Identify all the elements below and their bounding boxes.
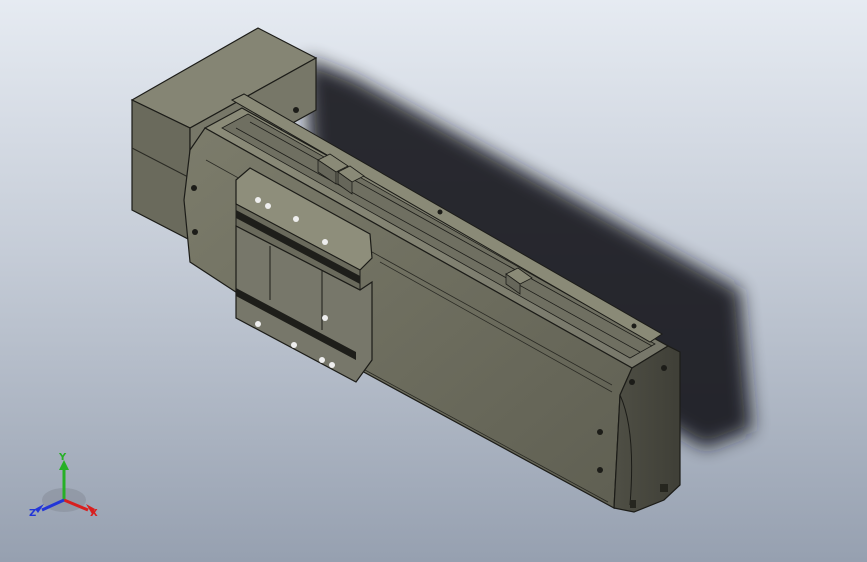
axis-triad: Y X Z [29,452,98,519]
model-view[interactable]: Y X Z [0,0,867,562]
x-axis-label: X [90,508,98,519]
graphics-viewport[interactable]: Y X Z [0,0,867,562]
z-axis-label: Z [29,508,36,519]
y-axis-label: Y [58,452,67,463]
